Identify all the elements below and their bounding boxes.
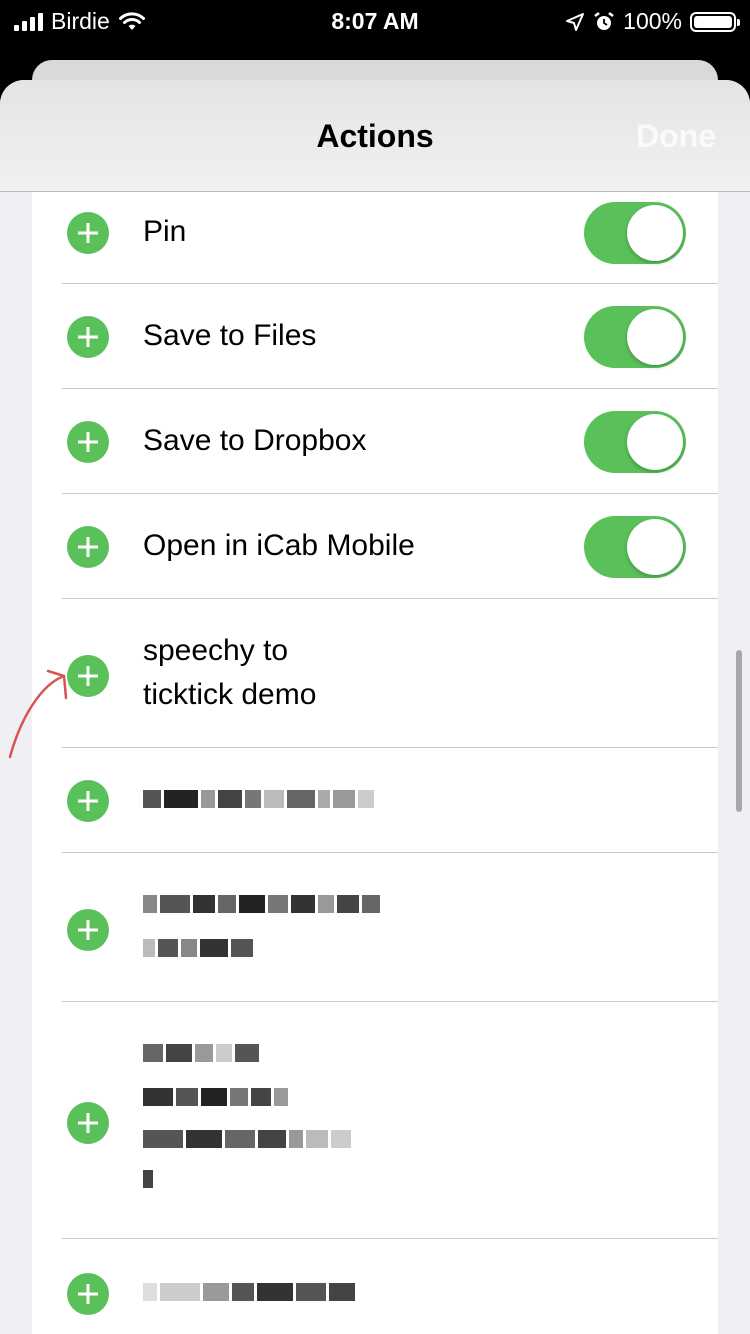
redacted-label bbox=[143, 1130, 351, 1148]
pin-toggle[interactable] bbox=[584, 202, 686, 264]
action-row-speechy: speechy to ticktick demo bbox=[32, 599, 718, 748]
toggle-knob bbox=[627, 519, 683, 575]
battery-icon bbox=[690, 11, 740, 32]
action-row-redacted bbox=[32, 1002, 718, 1239]
actions-sheet: Actions Done Pin Save to Files Save to D… bbox=[0, 80, 750, 1334]
action-label-line1: speechy to bbox=[143, 634, 289, 667]
add-icon[interactable] bbox=[67, 1273, 109, 1315]
action-label-line2: ticktick demo bbox=[143, 678, 317, 711]
action-label: Open in iCab Mobile bbox=[143, 529, 415, 562]
annotation-arrow-icon bbox=[8, 669, 68, 759]
add-icon[interactable] bbox=[67, 421, 109, 463]
redacted-label bbox=[143, 895, 380, 913]
battery-percent: 100% bbox=[623, 8, 682, 34]
navigation-bar: Actions Done bbox=[0, 80, 750, 192]
scroll-indicator[interactable] bbox=[736, 650, 742, 812]
toggle-knob bbox=[627, 205, 683, 261]
redacted-label bbox=[143, 939, 253, 957]
add-icon[interactable] bbox=[67, 316, 109, 358]
action-row-pin: Pin bbox=[32, 192, 718, 284]
action-row-redacted bbox=[32, 1239, 718, 1334]
status-right: 100% bbox=[565, 8, 740, 35]
action-row-open-in-icab: Open in iCab Mobile bbox=[32, 494, 718, 599]
toggle-knob bbox=[627, 309, 683, 365]
add-icon[interactable] bbox=[67, 212, 109, 254]
actions-list: Pin Save to Files Save to Dropbox Open i… bbox=[32, 192, 718, 1334]
action-row-save-to-dropbox: Save to Dropbox bbox=[32, 389, 718, 494]
status-bar: Birdie 8:07 AM 100% bbox=[0, 0, 750, 42]
add-icon[interactable] bbox=[67, 780, 109, 822]
redacted-label bbox=[143, 790, 374, 808]
add-icon[interactable] bbox=[67, 909, 109, 951]
save-to-files-toggle[interactable] bbox=[584, 306, 686, 368]
open-in-icab-toggle[interactable] bbox=[584, 516, 686, 578]
redacted-label bbox=[143, 1044, 259, 1062]
add-icon[interactable] bbox=[67, 1102, 109, 1144]
redacted-label bbox=[143, 1283, 355, 1301]
redacted-label bbox=[143, 1088, 288, 1106]
add-icon[interactable] bbox=[67, 526, 109, 568]
action-row-save-to-files: Save to Files bbox=[32, 284, 718, 389]
done-button[interactable]: Done bbox=[636, 118, 716, 155]
action-label: Save to Files bbox=[143, 319, 317, 352]
location-icon bbox=[566, 12, 585, 31]
battery-fill bbox=[694, 15, 732, 28]
action-label: Pin bbox=[143, 215, 187, 248]
alarm-icon bbox=[594, 11, 614, 30]
action-label: Save to Dropbox bbox=[143, 424, 367, 457]
save-to-dropbox-toggle[interactable] bbox=[584, 411, 686, 473]
action-row-redacted bbox=[32, 748, 718, 853]
redacted-label bbox=[143, 1170, 153, 1188]
action-row-redacted bbox=[32, 853, 718, 1002]
toggle-knob bbox=[627, 414, 683, 470]
